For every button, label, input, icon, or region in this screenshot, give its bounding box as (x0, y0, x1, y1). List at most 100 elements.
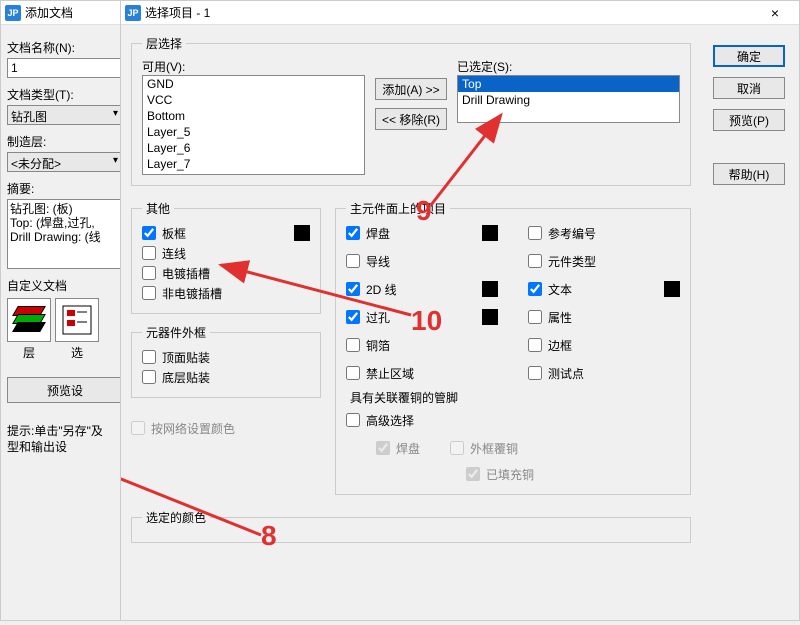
traces-checkbox[interactable] (346, 254, 360, 268)
text-checkbox[interactable] (528, 282, 542, 296)
attrs-label: 属性 (548, 309, 572, 326)
add-document-window: JP 添加文档 文档名称(N): 文档类型(T): 钻孔图 制造层: <未分配>… (0, 0, 130, 621)
bynet-label: 按网络设置颜色 (151, 420, 235, 437)
lines2d-label: 2D 线 (366, 281, 397, 298)
nonplated-slots-label: 非电镀插槽 (162, 285, 222, 302)
selected-label: 已选定(S): (457, 58, 680, 75)
add-layer-button[interactable]: 添加(A) >> (375, 78, 447, 100)
list-item[interactable]: Layer_7 (143, 156, 364, 172)
outline-checkbox[interactable] (528, 338, 542, 352)
compframe-legend: 元器件外框 (142, 324, 210, 341)
selected-listbox[interactable]: Top Drill Drawing (457, 75, 680, 123)
options-icon (59, 302, 95, 338)
color-swatch[interactable] (482, 281, 498, 297)
assoc-filled-checkbox (466, 467, 480, 481)
list-item[interactable]: GND (143, 76, 364, 92)
mfg-layer-label: 制造层: (7, 133, 123, 150)
connections-checkbox[interactable] (142, 246, 156, 260)
keepout-label: 禁止区域 (366, 365, 414, 382)
list-item[interactable]: Top (458, 76, 679, 92)
preview-button[interactable]: 预览(P) (713, 109, 785, 131)
layer-select-legend: 层选择 (142, 35, 186, 52)
doc-type-label: 文档类型(T): (7, 86, 123, 103)
assoc-pads-checkbox (376, 441, 390, 455)
assoc-outer-checkbox (450, 441, 464, 455)
advanced-label: 高级选择 (366, 412, 414, 429)
list-item[interactable]: Bottom (143, 108, 364, 124)
color-swatch[interactable] (294, 225, 310, 241)
pads-checkbox[interactable] (346, 226, 360, 240)
assoc-filled-label: 已填充铜 (486, 466, 534, 483)
summary-line: 钻孔图: (板) (10, 202, 120, 216)
comp-top-checkbox[interactable] (142, 350, 156, 364)
list-item[interactable]: Layer_5 (143, 124, 364, 140)
tip-text: 提示:单击"另存"及 型和输出设 (7, 423, 123, 455)
outline-label: 边框 (548, 337, 572, 354)
preview-settings-button[interactable]: 预览设 (7, 377, 123, 403)
layers-button[interactable] (7, 298, 51, 342)
help-button[interactable]: 帮助(H) (713, 163, 785, 185)
connections-label: 连线 (162, 245, 186, 262)
close-icon[interactable]: × (755, 5, 795, 21)
select-items-window: JP 选择项目 - 1 × 确定 取消 预览(P) 帮助(H) 层选择 可用(V… (120, 0, 800, 621)
testpt-label: 测试点 (548, 365, 584, 382)
layer-select-group: 层选择 可用(V): GND VCC Bottom Layer_5 Layer_… (131, 35, 691, 186)
ok-button[interactable]: 确定 (713, 45, 785, 67)
app-icon: JP (5, 5, 21, 21)
traces-label: 导线 (366, 253, 390, 270)
assoc-copper-legend: 具有关联覆铜的管脚 (346, 389, 680, 406)
doc-type-combo[interactable]: 钻孔图 (7, 105, 123, 125)
custom-doc-label: 自定义文档 (7, 277, 123, 294)
copper-label: 铜箔 (366, 337, 390, 354)
available-listbox[interactable]: GND VCC Bottom Layer_5 Layer_6 Layer_7 (142, 75, 365, 175)
board-outline-label: 板框 (162, 225, 186, 242)
add-doc-title: 添加文档 (25, 4, 125, 21)
attrs-checkbox[interactable] (528, 310, 542, 324)
app-icon: JP (125, 5, 141, 21)
component-frame-group: 元器件外框 顶面贴装 底层贴装 (131, 324, 321, 398)
color-swatch[interactable] (482, 225, 498, 241)
select-titlebar: JP 选择项目 - 1 × (121, 1, 799, 25)
other-legend: 其他 (142, 200, 174, 217)
assoc-outer-label: 外框覆铜 (470, 440, 518, 457)
color-swatch[interactable] (664, 281, 680, 297)
list-item[interactable]: Drill Drawing (458, 92, 679, 108)
summary-label: 摘要: (7, 180, 123, 197)
selected-color-group: 选定的颜色 (131, 509, 691, 543)
doc-name-label: 文档名称(N): (7, 39, 123, 56)
list-item[interactable]: VCC (143, 92, 364, 108)
remove-layer-button[interactable]: << 移除(R) (375, 108, 447, 130)
options-button[interactable] (55, 298, 99, 342)
refdes-label: 参考编号 (548, 225, 596, 242)
primary-items-group: 主元件面上的项目 焊盘 导线 2D 线 过孔 铜箔 禁止区域 参考编号 元件 (335, 200, 691, 495)
advanced-checkbox[interactable] (346, 413, 360, 427)
plated-slots-label: 电镀插槽 (162, 265, 210, 282)
comp-top-label: 顶面贴装 (162, 349, 210, 366)
text-label: 文本 (548, 281, 572, 298)
color-swatch[interactable] (482, 309, 498, 325)
refdes-checkbox[interactable] (528, 226, 542, 240)
cancel-button[interactable]: 取消 (713, 77, 785, 99)
list-item[interactable]: Layer_6 (143, 140, 364, 156)
layers-btn-label: 层 (7, 344, 51, 361)
assoc-pads-label: 焊盘 (396, 440, 420, 457)
comp-bot-checkbox[interactable] (142, 370, 156, 384)
comp-bot-label: 底层贴装 (162, 369, 210, 386)
board-outline-checkbox[interactable] (142, 226, 156, 240)
add-doc-titlebar: JP 添加文档 (1, 1, 129, 25)
vias-checkbox[interactable] (346, 310, 360, 324)
other-group: 其他 板框 连线 电镀插槽 非电镀插槽 (131, 200, 321, 314)
keepout-checkbox[interactable] (346, 366, 360, 380)
doc-name-input[interactable] (7, 58, 123, 78)
summary-line: Drill Drawing: (线 (10, 230, 120, 244)
summary-line: Top: (焊盘,过孔, (10, 216, 120, 230)
lines2d-checkbox[interactable] (346, 282, 360, 296)
copper-checkbox[interactable] (346, 338, 360, 352)
testpt-checkbox[interactable] (528, 366, 542, 380)
parttype-label: 元件类型 (548, 253, 596, 270)
options-btn-label: 选 (55, 344, 99, 361)
parttype-checkbox[interactable] (528, 254, 542, 268)
nonplated-slots-checkbox[interactable] (142, 286, 156, 300)
mfg-layer-combo[interactable]: <未分配> (7, 152, 123, 172)
plated-slots-checkbox[interactable] (142, 266, 156, 280)
